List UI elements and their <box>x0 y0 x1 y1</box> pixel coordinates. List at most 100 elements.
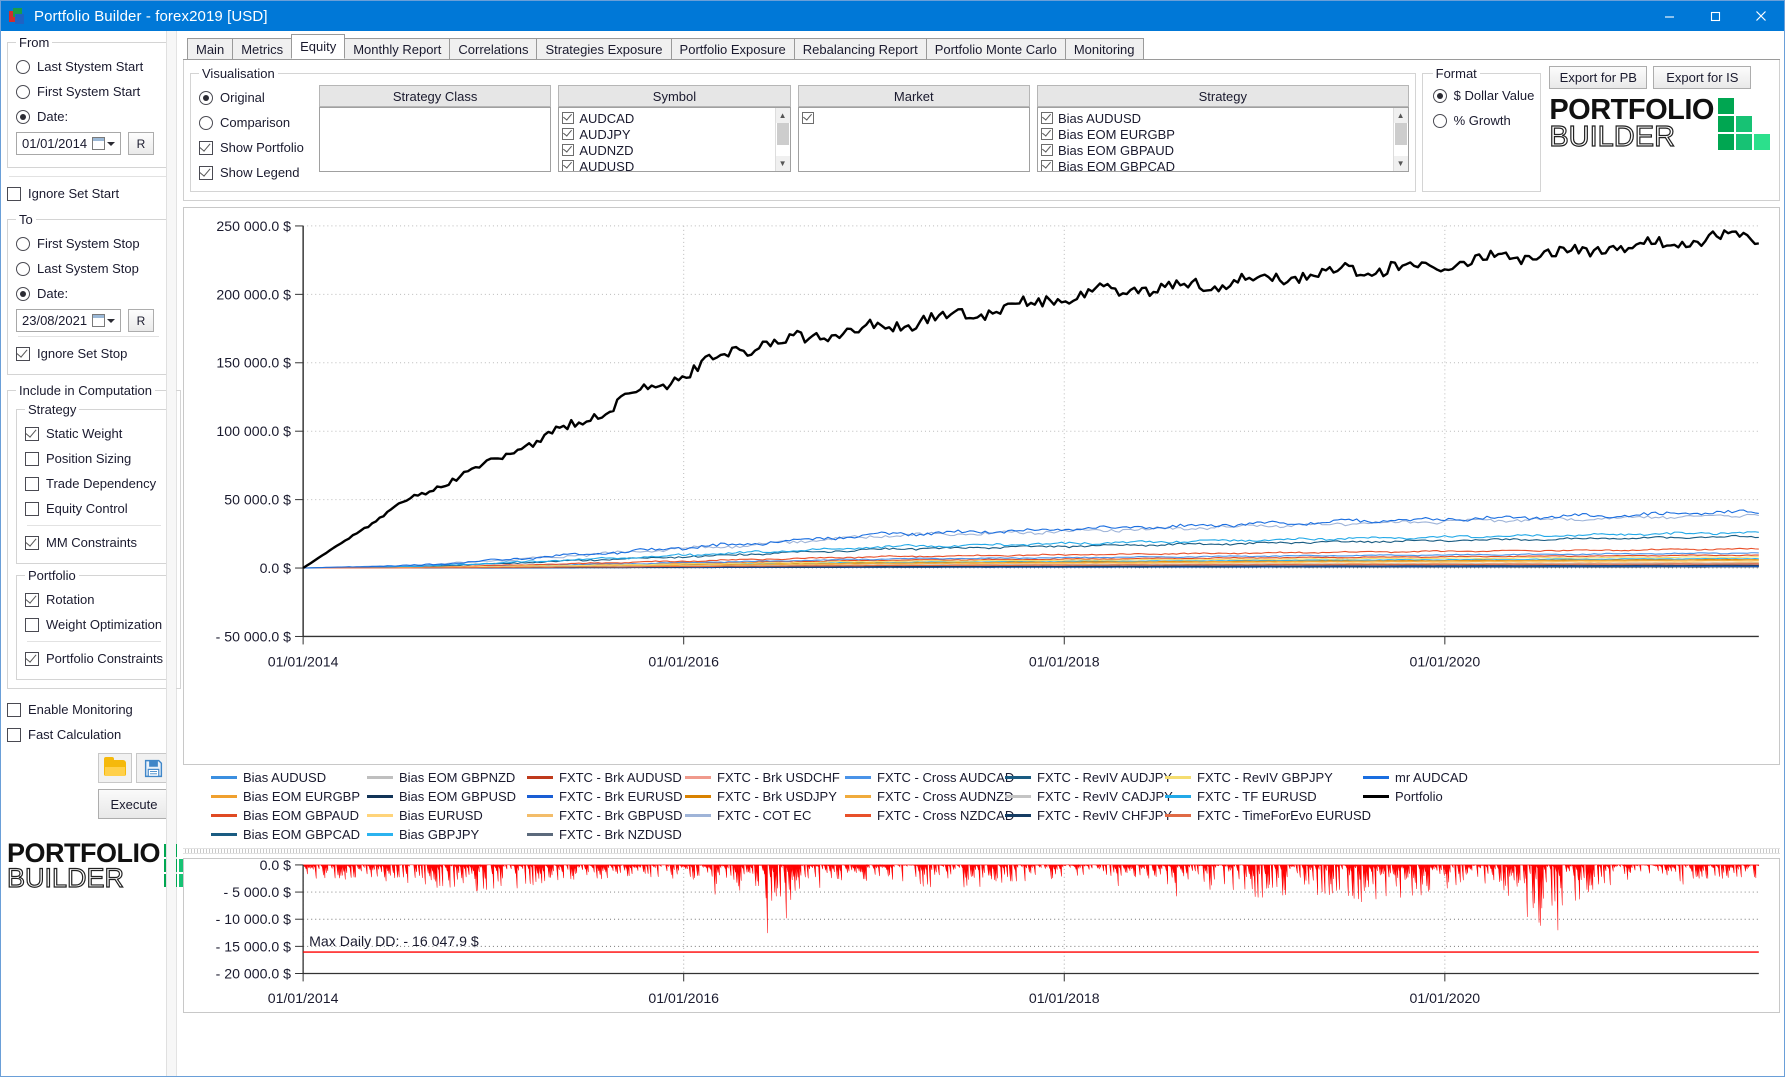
radio-dollar-value[interactable]: $ Dollar Value <box>1432 83 1534 108</box>
tab-metrics[interactable]: Metrics <box>232 38 293 59</box>
maximize-button[interactable] <box>1692 1 1738 31</box>
from-date-input[interactable]: 01/01/2014 <box>16 132 121 155</box>
to-reset-button[interactable]: R <box>128 309 154 332</box>
export-for-is-button[interactable]: Export for IS <box>1653 66 1752 89</box>
save-button[interactable] <box>136 753 170 783</box>
drawdown-chart[interactable]: 0.0 $ - 5 000.0 $ - 10 000.0 $ - 15 000.0 $… <box>184 859 1779 1012</box>
scroll-thumb[interactable] <box>776 123 789 145</box>
legend-item[interactable]: Bias EOM GBPUSD <box>367 788 519 805</box>
radio-original[interactable]: Original <box>199 85 319 110</box>
legend-item[interactable]: FXTC - Brk NZDUSD <box>527 826 682 843</box>
legend-item[interactable]: FXTC - RevIV CHFJPY <box>1005 807 1172 824</box>
legend-item[interactable]: FXTC - Brk EURUSD <box>527 788 683 805</box>
legend-item[interactable]: FXTC - RevIV GBPJPY <box>1165 769 1355 786</box>
legend-item[interactable]: Bias EOM GBPAUD <box>211 807 359 824</box>
legend-item[interactable]: mr AUDCAD <box>1363 769 1483 786</box>
list-item[interactable]: Bias EOM EURGBP <box>1040 126 1393 142</box>
tab-equity[interactable]: Equity <box>291 34 346 59</box>
checkbox-fast-calculation[interactable]: Fast Calculation <box>7 722 170 747</box>
legend-item[interactable]: Bias EURUSD <box>367 807 519 824</box>
execute-button[interactable]: Execute <box>98 789 170 819</box>
legend-item[interactable]: FXTC - Brk USDJPY <box>685 788 837 805</box>
legend-item[interactable]: Bias AUDUSD <box>211 769 359 786</box>
checkbox-position-sizing[interactable]: Position Sizing <box>25 446 163 471</box>
legend-item[interactable]: Bias EOM GBPCAD <box>211 826 360 843</box>
tab-strategies-exposure[interactable]: Strategies Exposure <box>536 38 672 59</box>
checkbox-weight-optimization[interactable]: Weight Optimization <box>25 612 163 637</box>
legend-item[interactable]: FXTC - Cross NZDCAD <box>845 807 1014 824</box>
legend-item[interactable]: FXTC - Brk AUDUSD <box>527 769 682 786</box>
scroll-down-icon[interactable]: ▼ <box>775 156 790 171</box>
panel-splitter[interactable] <box>183 848 1780 854</box>
to-option-first-system-stop[interactable]: First System Stop <box>16 231 161 256</box>
checkbox-show-portfolio[interactable]: Show Portfolio <box>199 135 319 160</box>
list-box[interactable]: AUDCAD AUDJPY AUDNZD AUDUSD ▲ ▼ <box>558 107 791 172</box>
checkbox-equity-control[interactable]: Equity Control <box>25 496 163 521</box>
checkbox-rotation[interactable]: Rotation <box>25 587 163 612</box>
checkbox-trade-dependency[interactable]: Trade Dependency <box>25 471 163 496</box>
tab-main[interactable]: Main <box>187 38 234 59</box>
legend-item[interactable]: FXTC - Brk GBPUSD <box>527 807 683 824</box>
to-option-date[interactable]: Date: <box>16 281 161 306</box>
equity-chart[interactable]: 250 000.0 $ 200 000.0 $ 150 000.0 $ 100 000… <box>184 208 1779 764</box>
list-item[interactable]: AUDNZD <box>562 142 774 158</box>
legend-item[interactable]: FXTC - TimeForEvo EURUSD <box>1165 807 1371 824</box>
list-item[interactable]: AUDJPY <box>562 126 774 142</box>
checkbox-portfolio-constraints[interactable]: Portfolio Constraints <box>25 646 163 671</box>
list-box[interactable] <box>319 107 552 172</box>
from-option-first-system-start[interactable]: First System Start <box>16 79 161 104</box>
close-button[interactable] <box>1738 1 1784 31</box>
checkbox-mm-constraints[interactable]: MM Constraints <box>25 530 163 555</box>
legend-item[interactable]: FXTC - Cross AUDCAD <box>845 769 1014 786</box>
radio-percent-growth[interactable]: % Growth <box>1432 108 1535 133</box>
legend-item[interactable]: FXTC - TF EURUSD <box>1165 788 1355 805</box>
legend-item[interactable]: Bias GBPJPY <box>367 826 519 843</box>
radio-comparison[interactable]: Comparison <box>199 110 319 135</box>
sidebar-scrollbar[interactable] <box>166 31 176 1076</box>
ignore-set-start-checkbox[interactable]: Ignore Set Start <box>7 181 170 206</box>
list-item[interactable]: Bias AUDUSD <box>1040 110 1393 126</box>
list-item[interactable]: Bias EOM GBPAUD <box>1040 142 1393 158</box>
list-item[interactable]: AUDUSD <box>562 158 774 171</box>
list-item[interactable]: AUDCAD <box>562 110 774 126</box>
list-scrollbar[interactable]: ▲ ▼ <box>1392 108 1408 171</box>
legend-item[interactable]: FXTC - Cross AUDNZD <box>845 788 1014 805</box>
scroll-track[interactable] <box>775 123 790 156</box>
to-date-input[interactable]: 23/08/2021 <box>16 309 121 332</box>
list-item[interactable] <box>801 110 1029 126</box>
to-option-last-system-stop[interactable]: Last System Stop <box>16 256 161 281</box>
legend-item[interactable]: Bias EOM EURGBP <box>211 788 360 805</box>
scroll-thumb[interactable] <box>1394 123 1407 145</box>
open-button[interactable] <box>98 753 132 783</box>
legend-item[interactable]: FXTC - COT EC <box>685 807 837 824</box>
list-item[interactable]: Bias EOM GBPCAD <box>1040 158 1393 171</box>
checkbox-label: Show Legend <box>220 165 300 180</box>
scroll-track[interactable] <box>1393 123 1408 156</box>
tab-portfolio-exposure[interactable]: Portfolio Exposure <box>670 38 795 59</box>
scroll-down-icon[interactable]: ▼ <box>1393 156 1408 171</box>
from-reset-button[interactable]: R <box>128 132 154 155</box>
scroll-up-icon[interactable]: ▲ <box>775 108 790 123</box>
ignore-set-stop-checkbox[interactable]: Ignore Set Stop <box>16 341 161 366</box>
from-option-last-system-start[interactable]: Last Stystem Start <box>16 54 161 79</box>
tab-correlations[interactable]: Correlations <box>449 38 538 59</box>
from-option-date[interactable]: Date: <box>16 104 161 129</box>
legend-item[interactable]: Portfolio <box>1363 788 1483 805</box>
checkbox-static-weight[interactable]: Static Weight <box>25 421 163 446</box>
list-box[interactable] <box>797 107 1030 172</box>
scroll-up-icon[interactable]: ▲ <box>1393 108 1408 123</box>
legend-item[interactable]: FXTC - RevIV AUDJPY <box>1005 769 1172 786</box>
list-scrollbar[interactable]: ▲ ▼ <box>774 108 790 171</box>
tab-portfolio-monte-carlo[interactable]: Portfolio Monte Carlo <box>925 38 1066 59</box>
legend-item[interactable]: Bias EOM GBPNZD <box>367 769 519 786</box>
checkbox-show-legend[interactable]: Show Legend <box>199 160 319 185</box>
legend-item[interactable]: FXTC - Brk USDCHF <box>685 769 840 786</box>
tab-monthly-report[interactable]: Monthly Report <box>344 38 451 59</box>
tab-rebalancing-report[interactable]: Rebalancing Report <box>793 38 927 59</box>
checkbox-enable-monitoring[interactable]: Enable Monitoring <box>7 697 170 722</box>
tab-monitoring[interactable]: Monitoring <box>1064 38 1144 59</box>
export-for-pb-button[interactable]: Export for PB <box>1549 66 1648 89</box>
minimize-button[interactable] <box>1646 1 1692 31</box>
list-box[interactable]: Bias AUDUSD Bias EOM EURGBP Bias EOM GBP… <box>1036 107 1409 172</box>
legend-item[interactable]: FXTC - RevIV CADJPY <box>1005 788 1173 805</box>
